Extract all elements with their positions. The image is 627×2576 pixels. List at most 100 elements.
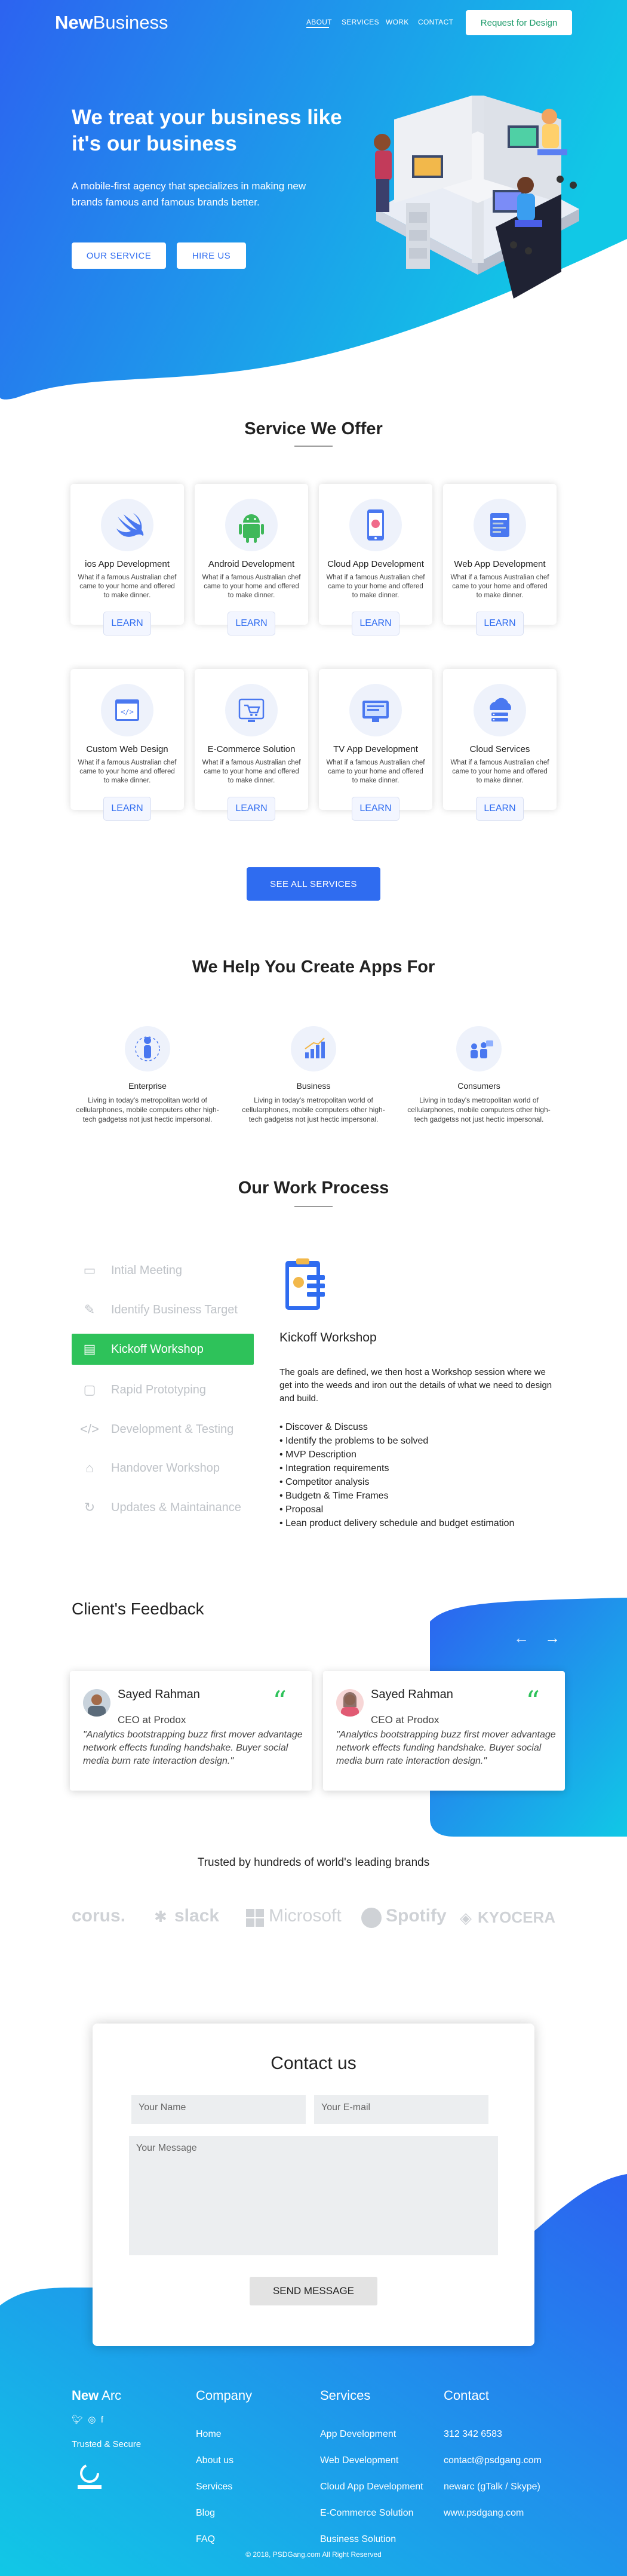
footer-link-cloud-app[interactable]: Cloud App Development [320, 2474, 423, 2500]
code-browser-icon: </> [101, 684, 153, 736]
help-item-description: Living in today's metropolitan world of … [407, 1096, 551, 1123]
help-item-enterprise: Enterprise Living in today's metropolita… [70, 1026, 225, 1124]
help-item-title: Business [296, 1081, 331, 1091]
nav-active-indicator [306, 27, 329, 28]
process-step-label: Handover Workshop [111, 1461, 220, 1475]
footer-link-app-dev[interactable]: App Development [320, 2421, 423, 2448]
client-quote: "Analytics bootstrapping buzz first move… [83, 1730, 303, 1766]
services-title-underline [294, 446, 333, 447]
process-title-underline [294, 1206, 333, 1207]
logo[interactable]: NewBusiness [55, 12, 168, 33]
feedback-card: Sayed Rahman CEO at Prodox “ "Analytics … [323, 1671, 565, 1791]
service-description: What if a famous Australian chef came to… [450, 759, 549, 784]
bullet-item: Lean product delivery schedule and budge… [279, 1516, 514, 1530]
learn-button[interactable]: LEARN [476, 612, 524, 635]
nav-services[interactable]: SERVICES [342, 18, 379, 26]
hero-subtitle: A mobile-first agency that specializes i… [72, 180, 306, 208]
footer-services-column: Services App Development Web Development… [320, 2388, 423, 2553]
request-design-button[interactable]: Request for Design [466, 10, 572, 35]
footer-link-about[interactable]: About us [196, 2448, 252, 2474]
nav-work[interactable]: WORK [386, 18, 409, 26]
tv-icon [349, 684, 402, 736]
service-description: What if a famous Australian chef came to… [326, 759, 425, 784]
footer-link-web-dev[interactable]: Web Development [320, 2448, 423, 2474]
instagram-icon[interactable]: ◎ [88, 2415, 96, 2425]
brand-logo-microsoft: Microsoft [269, 1906, 342, 1926]
see-all-services-button[interactable]: SEE ALL SERVICES [247, 867, 380, 901]
trusted-text: Trusted & Secure [72, 2439, 142, 2449]
handover-icon: ⌂ [85, 1460, 94, 1475]
service-description: What if a famous Australian chef came to… [326, 574, 425, 599]
nav-about[interactable]: ABOUT [306, 18, 332, 26]
learn-button[interactable]: LEARN [228, 612, 275, 635]
service-card-android: Android Development What if a famous Aus… [195, 484, 308, 635]
our-service-button[interactable]: OUR SERVICE [72, 242, 166, 269]
learn-button[interactable]: LEARN [352, 797, 399, 821]
services-title: Service We Offer [244, 419, 383, 438]
process-bullet-list: Discover & Discuss Identify the problems… [279, 1420, 514, 1530]
learn-button[interactable]: LEARN [476, 797, 524, 821]
learn-button[interactable]: LEARN [352, 612, 399, 635]
service-card-cloud-services: Cloud Services What if a famous Australi… [443, 669, 557, 821]
message-textarea[interactable]: Your Message [129, 2136, 498, 2255]
clipboard-icon: ▤ [83, 1341, 96, 1356]
refresh-icon: ↻ [84, 1500, 96, 1515]
social-icons: 🐦︎ ◎ f [72, 2414, 141, 2425]
process-detail-text: The goals are defined, we then host a Wo… [279, 1367, 552, 1404]
service-description: What if a famous Australian chef came to… [78, 574, 177, 599]
client-name: Sayed Rahman [118, 1688, 200, 1701]
bullet-item: Identify the problems to be solved [279, 1434, 514, 1448]
kyocera-icon: ◈ [460, 1909, 472, 1927]
arrow-left-icon[interactable]: ← [514, 1629, 529, 1647]
process-step-development-testing[interactable]: </> Development & Testing [72, 1414, 254, 1444]
footer-link-blog[interactable]: Blog [196, 2500, 252, 2526]
web-app-icon [474, 499, 526, 551]
footer-website[interactable]: www.psdgang.com [444, 2500, 542, 2526]
hire-us-button[interactable]: HIRE US [177, 242, 246, 269]
process-step-initial-meeting[interactable]: ▭ Intial Meeting [72, 1255, 254, 1285]
send-message-button[interactable]: SEND MESSAGE [250, 2277, 377, 2305]
help-item-description: Living in today's metropolitan world of … [76, 1096, 219, 1123]
twitter-icon[interactable]: 🐦︎ [72, 2415, 83, 2425]
process-step-identify-target[interactable]: ✎ Identify Business Target [72, 1295, 254, 1325]
footer-link-faq[interactable]: FAQ [196, 2526, 252, 2553]
learn-button[interactable]: LEARN [228, 797, 275, 821]
process-step-kickoff-workshop[interactable]: ▤ Kickoff Workshop [72, 1334, 254, 1365]
client-name: Sayed Rahman [371, 1688, 453, 1701]
client-quote: "Analytics bootstrapping buzz first move… [336, 1730, 556, 1766]
service-title: TV App Development [333, 744, 418, 754]
process-step-label: Rapid Prototyping [111, 1383, 206, 1396]
code-icon: </> [80, 1421, 99, 1436]
cart-icon [225, 684, 278, 736]
service-title: ios App Development [85, 559, 170, 569]
footer-email[interactable]: contact@psdgang.com [444, 2448, 542, 2474]
learn-button[interactable]: LEARN [103, 797, 151, 821]
footer-phone[interactable]: 312 342 6583 [444, 2421, 542, 2448]
svg-text:</>: </> [121, 708, 134, 716]
name-input[interactable]: Your Name [131, 2095, 306, 2124]
contact-title: Contact us [271, 2053, 356, 2073]
nav-contact[interactable]: CONTACT [418, 18, 453, 26]
hero-title: We treat your business like it's our bus… [72, 106, 342, 155]
help-item-business: Business Living in today's metropolitan … [236, 1026, 391, 1124]
footer-link-services[interactable]: Services [196, 2474, 252, 2500]
footer-link-business[interactable]: Business Solution [320, 2526, 423, 2553]
footer-link-home[interactable]: Home [196, 2421, 252, 2448]
arrow-right-icon[interactable]: → [545, 1629, 560, 1647]
bullet-item: Budgetn & Time Frames [279, 1489, 514, 1503]
footer-skype[interactable]: newarc (gTalk / Skype) [444, 2474, 542, 2500]
service-description: What if a famous Australian chef came to… [78, 759, 177, 784]
facebook-icon[interactable]: f [101, 2415, 103, 2425]
process-step-updates[interactable]: ↻ Updates & Maintainance [72, 1493, 254, 1522]
service-description: What if a famous Australian chef came to… [202, 759, 301, 784]
service-title: Cloud App Development [327, 559, 424, 569]
service-title: Cloud Services [469, 744, 530, 754]
email-input[interactable]: Your E-mail [314, 2095, 488, 2124]
help-item-consumers: Consumers Living in today's metropolitan… [401, 1026, 557, 1124]
footer-link-ecommerce[interactable]: E-Commerce Solution [320, 2500, 423, 2526]
process-step-label: Intial Meeting [111, 1263, 182, 1277]
process-step-handover-workshop[interactable]: ⌂ Handover Workshop [72, 1453, 254, 1483]
learn-button[interactable]: LEARN [103, 612, 151, 635]
process-step-rapid-prototyping[interactable]: ▢ Rapid Prototyping [72, 1375, 254, 1405]
footer-contact-title: Contact [444, 2388, 489, 2403]
